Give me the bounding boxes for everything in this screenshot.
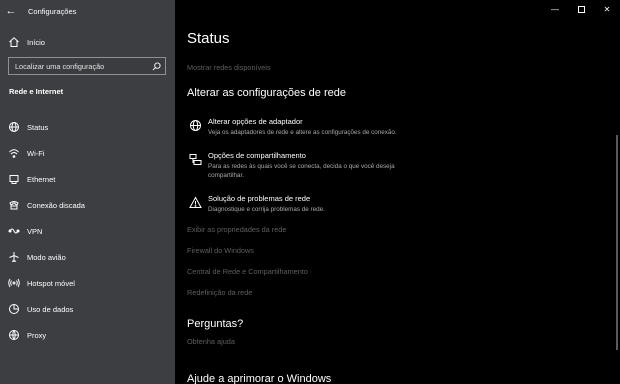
settings-window: ← Configurações Início Localizar uma con… [0, 0, 620, 384]
sidebar-item-label: Status [27, 122, 49, 132]
sharing-icon [187, 151, 203, 167]
maximize-icon[interactable] [568, 0, 594, 18]
troubleshoot-title: Solução de problemas de rede [208, 194, 311, 203]
sharing-options-desc: Para as redes às quais você se conecta, … [208, 163, 395, 179]
nav-home[interactable]: Início [0, 33, 175, 51]
sidebar-item-label: Modo avião [27, 252, 66, 262]
adapter-options-title: Alterar opções de adaptador [208, 117, 303, 126]
hotspot-icon [7, 276, 21, 290]
sidebar-item-label: Wi-Fi [27, 148, 45, 158]
search-icon[interactable] [149, 59, 163, 73]
back-arrow-icon[interactable]: ← [0, 0, 22, 22]
search-box[interactable]: Localizar uma configuração [8, 57, 166, 75]
warning-icon [187, 194, 203, 210]
sidebar-item-wifi[interactable]: Wi-Fi [0, 140, 175, 166]
sidebar: ← Configurações Início Localizar uma con… [0, 0, 175, 384]
ethernet-icon [7, 172, 21, 186]
sidebar-item-label: Ethernet [27, 174, 56, 184]
show-networks-link[interactable]: Mostrar redes disponíveis [187, 63, 271, 72]
sidebar-item-vpn[interactable]: VPN [0, 218, 175, 244]
sidebar-item-airplane[interactable]: Modo avião [0, 244, 175, 270]
home-icon [7, 35, 21, 49]
sidebar-item-ethernet[interactable]: Ethernet [0, 166, 175, 192]
close-icon[interactable]: ✕ [594, 0, 620, 18]
sharing-options-title: Opções de compartilhamento [208, 151, 306, 160]
globe-icon [7, 120, 21, 134]
sidebar-item-label: Proxy [27, 330, 47, 340]
window-controls: — ✕ [542, 0, 620, 18]
main-content: — ✕ Status Mostrar redes disponíveis Alt… [175, 0, 620, 384]
wifi-icon [7, 146, 21, 160]
proxy-icon [7, 328, 21, 342]
get-help-link[interactable]: Obtenha ajuda [187, 337, 235, 346]
questions-heading: Perguntas? [187, 318, 244, 330]
sidebar-item-hotspot[interactable]: Hotspot móvel [0, 270, 175, 296]
sidebar-item-label: VPN [27, 226, 43, 236]
sidebar-item-label: Conexão discada [27, 200, 85, 210]
sidebar-item-data-usage[interactable]: Uso de dados [0, 296, 175, 322]
minimize-icon[interactable]: — [542, 0, 568, 18]
home-label: Início [27, 37, 45, 47]
dialup-icon [7, 198, 21, 212]
improve-windows-heading: Ajude a aprimorar o Windows [187, 373, 332, 384]
network-properties-link[interactable]: Exibir as propriedades da rede [187, 225, 286, 234]
sharing-options-item[interactable]: Opções de compartilhamento Para as redes… [187, 151, 423, 180]
app-title: Configurações [28, 6, 77, 16]
nav-list: Status Wi-Fi Ethernet Conexão discada VP… [0, 114, 175, 348]
sidebar-item-proxy[interactable]: Proxy [0, 322, 175, 348]
sidebar-item-status[interactable]: Status [0, 114, 175, 140]
change-settings-heading: Alterar as configurações de rede [187, 87, 346, 99]
titlebar: ← Configurações [0, 0, 175, 22]
search-input[interactable]: Localizar uma configuração [15, 62, 149, 71]
sidebar-item-dialup[interactable]: Conexão discada [0, 192, 175, 218]
section-title: Rede e Internet [9, 87, 64, 96]
sidebar-item-label: Hotspot móvel [27, 278, 75, 288]
troubleshoot-item[interactable]: Solução de problemas de rede Diagnostiqu… [187, 194, 325, 214]
data-usage-icon [7, 302, 21, 316]
airplane-icon [7, 250, 21, 264]
firewall-link[interactable]: Firewall do Windows [187, 246, 254, 255]
adapter-options-desc: Veja os adaptadores de rede e altere as … [208, 129, 397, 136]
vpn-icon [7, 224, 21, 238]
adapter-options-item[interactable]: Alterar opções de adaptador Veja os adap… [187, 117, 397, 137]
scrollbar[interactable] [616, 135, 618, 350]
adapter-icon [187, 117, 203, 133]
troubleshoot-desc: Diagnostique e corrija problemas de rede… [208, 206, 325, 213]
sidebar-item-label: Uso de dados [27, 304, 74, 314]
network-center-link[interactable]: Central de Rede e Compartilhamento [187, 267, 308, 276]
network-reset-link[interactable]: Redefinição da rede [187, 288, 252, 297]
page-title: Status [187, 30, 230, 47]
